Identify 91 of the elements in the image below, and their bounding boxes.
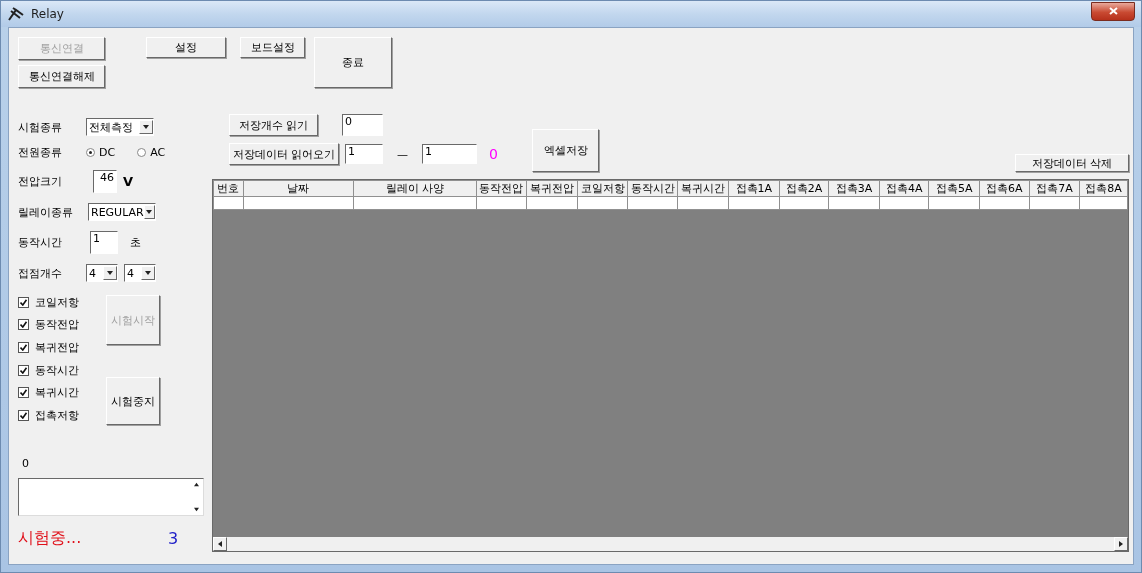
column-header[interactable]: 접촉5A	[928, 180, 980, 197]
close-button[interactable]	[1091, 1, 1135, 21]
scroll-left-icon	[217, 541, 223, 547]
status-text: 시험중...	[18, 527, 83, 549]
input-field[interactable]: 1	[422, 144, 477, 164]
horizontal-scrollbar[interactable]	[213, 537, 1128, 551]
column-header[interactable]: 접촉2A	[779, 180, 829, 197]
checkbox[interactable]	[18, 387, 29, 399]
column-header[interactable]: 접촉1A	[728, 180, 780, 197]
checkbox-option[interactable]: 동작시간	[18, 358, 106, 382]
status-count: 3	[168, 528, 179, 548]
dropdown[interactable]: 4	[86, 264, 118, 282]
checkbox-label: 복귀전압	[35, 340, 79, 355]
checkbox-label: 동작전압	[35, 317, 79, 333]
checkbox[interactable]	[18, 296, 29, 308]
field-label: 시험종류	[18, 119, 63, 135]
input-field[interactable]: 1	[90, 231, 118, 254]
checkbox-label: 복귀시간	[35, 385, 79, 401]
column-header[interactable]: 접촉3A	[828, 180, 880, 197]
checkbox[interactable]	[18, 364, 29, 376]
checkbox[interactable]	[18, 409, 29, 421]
column-header[interactable]: 릴레이 사양	[353, 180, 477, 197]
field-label: 전압크기	[18, 174, 63, 189]
caret-icon	[143, 124, 149, 130]
caret-icon	[146, 209, 153, 215]
input-field[interactable]: 1	[345, 144, 383, 164]
radio-label: AC	[150, 146, 166, 159]
radio-label: DC	[99, 146, 116, 159]
checkbox-label: 동작시간	[35, 362, 79, 378]
column-header[interactable]: 접촉7A	[1029, 180, 1080, 197]
checkbox-option[interactable]: 코일저항	[18, 291, 106, 314]
push-button[interactable]: 설정	[146, 37, 226, 58]
column-header[interactable]: 동작전압	[476, 180, 527, 197]
read-count-button[interactable]: 저장개수 읽기	[229, 114, 318, 136]
scroll-right-icon	[1118, 541, 1124, 547]
checkbox-label: 코일저항	[35, 294, 79, 310]
checkbox-option[interactable]: 복귀전압	[18, 336, 106, 359]
column-header[interactable]: 번호	[213, 180, 244, 197]
check-icon	[20, 321, 27, 329]
checkbox-label: 접촉저항	[35, 407, 79, 423]
log-box[interactable]	[18, 477, 204, 516]
column-header[interactable]: 복귀시간	[677, 180, 729, 197]
delete-data-button[interactable]: 저장데이터 삭제	[1015, 154, 1129, 172]
caret-icon	[145, 270, 151, 276]
counter-text: 0	[22, 456, 30, 470]
checkbox-option[interactable]: 복귀시간	[18, 381, 106, 404]
column-header[interactable]: 동작시간	[627, 180, 678, 197]
checkbox[interactable]	[18, 342, 29, 353]
push-button[interactable]: 통신연결해제	[18, 65, 105, 88]
column-header[interactable]: 코일저항	[577, 180, 628, 197]
unit-label: V	[123, 174, 134, 189]
window-title: Relay	[31, 7, 65, 21]
dropdown[interactable]: 4	[124, 264, 156, 282]
radio-option[interactable]: AC	[137, 146, 166, 159]
checkbox-option[interactable]: 동작전압	[18, 313, 106, 337]
radio-button[interactable]	[86, 148, 95, 157]
check-icon	[20, 366, 27, 374]
column-header[interactable]: 접촉8A	[1079, 180, 1128, 197]
caret-icon	[107, 270, 113, 276]
read-data-button[interactable]: 저장데이터 읽어오기	[229, 143, 339, 165]
column-header[interactable]: 날짜	[243, 180, 354, 197]
field-label: 동작시간	[18, 235, 63, 250]
column-header[interactable]: 접촉6A	[979, 180, 1030, 197]
field-label: 접점개수	[18, 265, 63, 281]
dropdown[interactable]: 전체측정	[86, 118, 154, 136]
unit-label: 초	[130, 235, 141, 250]
relay-icon	[7, 6, 25, 22]
field-label: 릴레이종류	[18, 204, 74, 220]
column-header[interactable]: 접촉4A	[879, 180, 929, 197]
push-button[interactable]: 보드설정	[240, 37, 305, 58]
radio-option[interactable]: DC	[86, 146, 116, 159]
checkbox-option[interactable]: 접촉저항	[18, 403, 106, 427]
loaded-count: 0	[489, 146, 498, 162]
push-button[interactable]: 종료	[314, 37, 392, 88]
stop-test-button[interactable]: 시험중지	[106, 377, 160, 425]
check-icon	[20, 344, 27, 351]
scroll-down-icon	[193, 506, 199, 512]
close-icon	[1108, 7, 1118, 15]
input-field[interactable]: 0	[342, 114, 383, 136]
check-icon	[20, 411, 27, 419]
checkbox[interactable]	[18, 319, 29, 331]
column-header[interactable]: 복귀전압	[526, 180, 578, 197]
check-icon	[20, 298, 27, 306]
range-separator: —	[397, 147, 408, 161]
check-icon	[20, 389, 27, 397]
radio-button[interactable]	[137, 148, 147, 157]
dropdown[interactable]: REGULAR	[88, 203, 156, 221]
scroll-up-icon	[193, 481, 199, 487]
excel-save-button[interactable]: 엑셀저장	[532, 129, 599, 172]
field-label: 전원종류	[18, 145, 63, 160]
input-field[interactable]: 46	[93, 170, 117, 193]
